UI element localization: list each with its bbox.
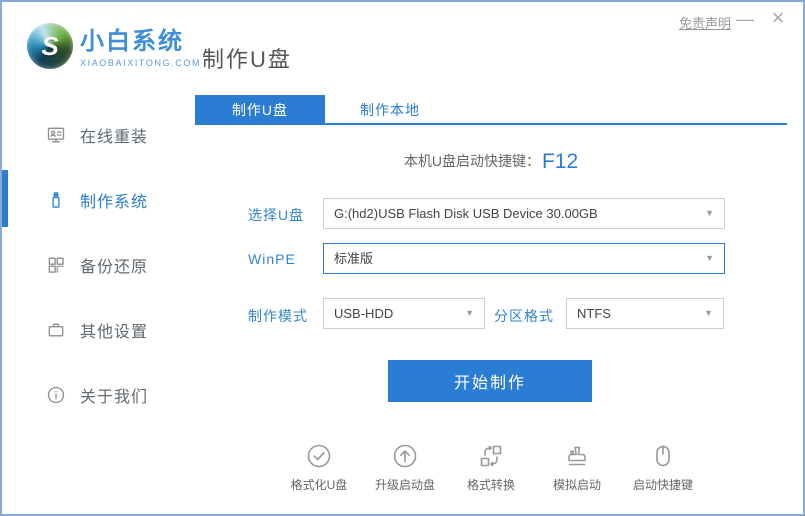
chevron-down-icon: ▼ [704, 299, 713, 328]
sidebar-item-backup-restore[interactable]: 备份还原 [2, 232, 195, 297]
app-logo: S [27, 23, 73, 69]
winpe-select-value: 标准版 [334, 251, 373, 266]
monitor-user-icon [46, 125, 66, 145]
tool-label: 启动快捷键 [633, 476, 693, 493]
winpe-select-label: WinPE [248, 251, 296, 267]
boot-hotkey-label: 本机U盘启动快捷键： [404, 153, 540, 169]
bottom-toolbar: 格式化U盘 升级启动盘 格式转换 模拟启动 [195, 443, 787, 493]
backup-grid-icon [46, 255, 66, 275]
sidebar-item-label: 关于我们 [80, 383, 148, 407]
sidebar-item-label: 备份还原 [80, 253, 148, 277]
tool-format-convert[interactable]: 格式转换 [461, 443, 521, 493]
brand-block: 小白系统 XIAOBAIXITONG.COM [80, 29, 201, 68]
sidebar-item-label: 制作系统 [80, 188, 148, 212]
sidebar-item-label: 其他设置 [80, 318, 148, 342]
tab-bar: 制作U盘 制作本地 [195, 95, 787, 125]
stamp-icon [564, 443, 590, 469]
usb-select-label: 选择U盘 [248, 205, 304, 225]
sidebar-item-about-us[interactable]: 关于我们 [2, 362, 195, 427]
tool-label: 升级启动盘 [375, 476, 435, 493]
sidebar-item-online-reinstall[interactable]: 在线重装 [2, 102, 195, 167]
info-icon [46, 385, 66, 405]
sidebar-item-other-settings[interactable]: 其他设置 [2, 297, 195, 362]
sidebar-item-label: 在线重装 [80, 123, 148, 147]
chevron-down-icon: ▼ [705, 244, 714, 273]
sidebar-item-make-system[interactable]: 制作系统 [2, 167, 195, 232]
tool-boot-hotkey[interactable]: 启动快捷键 [633, 443, 693, 493]
tab-make-local[interactable]: 制作本地 [325, 95, 455, 125]
page-title: 制作U盘 [202, 42, 292, 74]
chevron-down-icon: ▼ [705, 199, 714, 228]
usb-select[interactable]: G:(hd2)USB Flash Disk USB Device 30.00GB… [323, 198, 725, 229]
convert-icon [478, 443, 504, 469]
partition-select-label: 分区格式 [494, 306, 554, 326]
tool-simulate-boot[interactable]: 模拟启动 [547, 443, 607, 493]
winpe-select[interactable]: 标准版 ▼ [323, 243, 725, 274]
tool-label: 模拟启动 [553, 476, 601, 493]
boot-hotkey-value: F12 [542, 150, 578, 173]
mouse-icon [650, 443, 676, 469]
tool-label: 格式化U盘 [291, 476, 348, 493]
usb-drive-icon [46, 190, 66, 210]
tool-upgrade-bootdisk[interactable]: 升级启动盘 [375, 443, 435, 493]
partition-select[interactable]: NTFS ▼ [566, 298, 724, 329]
chevron-down-icon: ▼ [465, 299, 474, 328]
disclaimer-link[interactable]: 免责声明 [679, 13, 731, 32]
usb-select-value: G:(hd2)USB Flash Disk USB Device 30.00GB [334, 206, 598, 221]
tool-label: 格式转换 [467, 476, 515, 493]
briefcase-icon [46, 320, 66, 340]
partition-select-value: NTFS [577, 306, 611, 321]
arrow-up-circle-icon [392, 443, 418, 469]
check-circle-icon [306, 443, 332, 469]
brand-name: 小白系统 [80, 29, 201, 55]
tool-format-usb[interactable]: 格式化U盘 [289, 443, 349, 493]
mode-select-value: USB-HDD [334, 306, 393, 321]
boot-hotkey-row: 本机U盘启动快捷键：F12 [195, 150, 787, 174]
brand-domain: XIAOBAIXITONG.COM [80, 58, 201, 68]
app-window: S 小白系统 XIAOBAIXITONG.COM 制作U盘 免责声明 — × 在… [0, 0, 805, 516]
tab-make-usb[interactable]: 制作U盘 [195, 95, 325, 125]
logo-swirl-icon: S [41, 33, 58, 59]
start-make-button[interactable]: 开始制作 [388, 360, 592, 402]
mode-select-label: 制作模式 [248, 306, 308, 326]
mode-select[interactable]: USB-HDD ▼ [323, 298, 485, 329]
minimize-button[interactable]: — [735, 8, 755, 30]
close-button[interactable]: × [767, 5, 789, 31]
